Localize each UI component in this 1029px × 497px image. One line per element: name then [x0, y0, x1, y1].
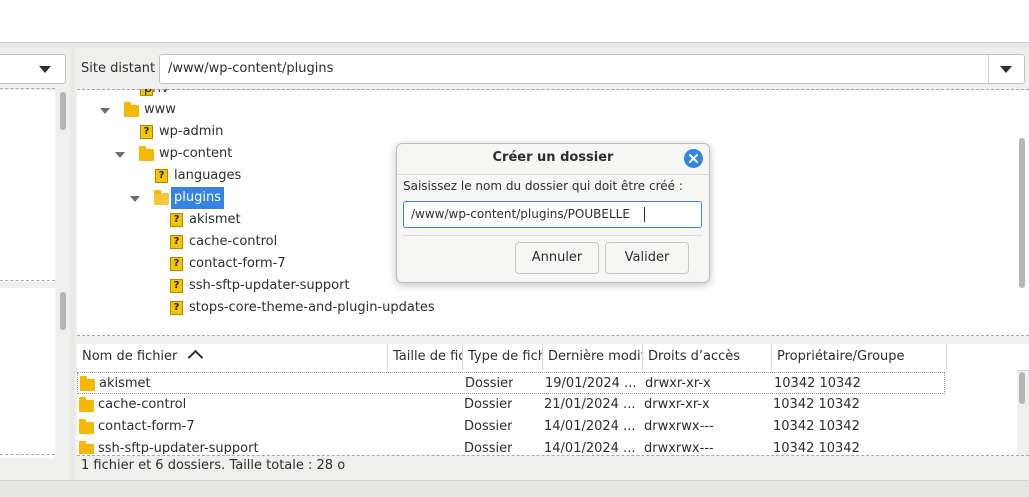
unknown-folder-icon: ? [155, 169, 168, 183]
folder-icon [139, 146, 154, 161]
tree-item-label: www [144, 102, 176, 117]
dialog-prompt: Saisissez le nom du dossier qui doit êtr… [403, 179, 683, 193]
expand-arrow-icon[interactable] [100, 108, 110, 114]
tree-item-label: wp-admin [159, 124, 224, 139]
table-row[interactable]: akismet Dossier 19/01/2024 ... drwxr-xr-… [77, 372, 945, 394]
file-list-header: Nom de fichier Taille de fic Type de fic… [77, 344, 1029, 371]
column-header-modified[interactable]: Dernière modifi [543, 344, 643, 370]
expand-arrow-icon[interactable] [115, 152, 125, 158]
unknown-folder-icon: ? [170, 257, 183, 271]
unknown-folder-icon: ? [170, 213, 183, 227]
tree-item-label: contact-form-7 [189, 256, 286, 271]
create-folder-dialog: Créer un dossier Saisissez le nom du dos… [396, 143, 710, 283]
remote-tree-scrollbar[interactable] [1019, 138, 1025, 288]
folder-icon [79, 419, 94, 434]
unknown-folder-icon: ? [170, 279, 183, 293]
local-pane [0, 48, 70, 496]
ok-button[interactable]: Valider [605, 242, 689, 274]
divider [0, 280, 55, 281]
column-header-owner[interactable]: Propriétaire/Groupe [772, 344, 947, 370]
folder-name-input[interactable]: /www/wp-content/plugins/POUBELLE [403, 201, 702, 228]
unknown-folder-icon: ? [170, 235, 183, 249]
divider [0, 454, 55, 455]
dialog-close-button[interactable] [684, 149, 703, 168]
local-list-scrollbar[interactable] [60, 292, 66, 330]
chevron-down-icon[interactable] [39, 66, 51, 73]
tree-item-label: stops-core-theme-and-plugin-updates [189, 300, 435, 315]
divider [77, 335, 1029, 336]
remote-site-label-top: Site distant : [81, 61, 164, 76]
column-header-type[interactable]: Type de fich [463, 344, 543, 370]
tree-item-label: cache-control [189, 234, 278, 249]
table-row[interactable]: ssh-sftp-updater-support Dossier 14/01/2… [77, 438, 1017, 454]
text-cursor [644, 207, 645, 222]
tree-item-label: ssh-sftp-updater-support [189, 278, 350, 293]
folder-icon [80, 376, 95, 391]
divider [0, 88, 55, 89]
sort-ascending-icon [187, 349, 203, 366]
folder-icon [124, 102, 139, 117]
message-log [0, 0, 1029, 43]
column-header-permissions[interactable]: Droits d’accès [643, 344, 772, 370]
dialog-title: Créer un dossier [492, 150, 614, 165]
unknown-folder-icon: ? [140, 125, 153, 139]
column-header-size[interactable]: Taille de fic [388, 344, 463, 370]
dialog-separator [403, 235, 702, 236]
tree-item-label: akismet [189, 212, 241, 227]
status-bar: 1 fichier et 6 dossiers. Taille totale :… [77, 456, 1029, 476]
local-tree [0, 90, 55, 282]
bottom-bar [0, 480, 1029, 497]
cancel-button[interactable]: Annuler [515, 242, 599, 274]
local-list [0, 288, 55, 458]
folder-icon [79, 441, 94, 454]
combo-separator [988, 55, 989, 83]
folder-icon [79, 397, 94, 412]
tree-item-label: wp-content [159, 146, 233, 161]
file-list-scrollbar[interactable] [1019, 372, 1025, 404]
chevron-down-icon[interactable] [1000, 66, 1012, 73]
table-row[interactable]: cache-control Dossier 21/01/2024 ... drw… [77, 394, 1017, 416]
local-tree-scrollbar[interactable] [60, 92, 66, 130]
remote-path-combo-top[interactable]: /www/wp-content/plugins [159, 54, 1025, 84]
divider [77, 89, 1029, 90]
open-folder-icon [154, 190, 169, 205]
dialog-title-separator [397, 174, 709, 175]
remote-path-value[interactable]: /www/wp-content/plugins [168, 61, 333, 76]
pane-splitter[interactable] [75, 336, 1029, 344]
tree-item-label: languages [174, 168, 242, 183]
tree-item-label: plugins [171, 187, 224, 209]
expand-arrow-icon[interactable] [130, 196, 140, 202]
column-header-name[interactable]: Nom de fichier [77, 344, 388, 370]
unknown-folder-icon: ? [170, 301, 183, 315]
close-icon [689, 154, 698, 163]
status-text: 1 fichier et 6 dossiers. Taille totale :… [81, 458, 346, 473]
table-row[interactable]: contact-form-7 Dossier 14/01/2024 ... dr… [77, 416, 1017, 438]
folder-name-value: /www/wp-content/plugins/POUBELLE [411, 207, 630, 221]
local-path-combo[interactable] [0, 54, 66, 84]
